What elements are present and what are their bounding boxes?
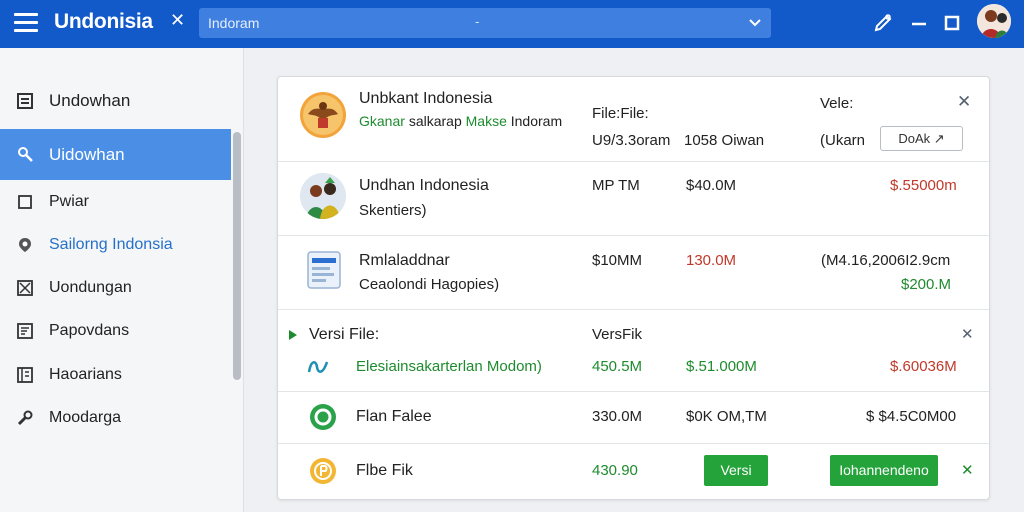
row-title: Unbkant Indonesia xyxy=(359,90,493,107)
sidebar-item-moodarga[interactable]: Moodarga xyxy=(0,396,231,438)
sidebar-item-label: Pwiar xyxy=(49,193,90,210)
version-section: Versi File: VersFik ✕ Elesiainsakarterla… xyxy=(278,310,989,392)
sidebar-scrollbar[interactable] xyxy=(233,132,241,380)
sidebar-item-label: Undowhan xyxy=(49,91,131,110)
row-col1: MP TM xyxy=(592,177,640,194)
row-col1: $10MM xyxy=(592,252,643,269)
top-bar: Undonisia ✕ Indoram - xyxy=(0,0,1024,48)
version-column-header: Vele: xyxy=(820,95,854,112)
location-pin-icon xyxy=(19,238,31,252)
row-title: Rmlaladdnar xyxy=(359,252,450,269)
link-wave-icon xyxy=(307,361,329,373)
row-col3: $.60036M xyxy=(890,358,957,375)
sidebar-item-label: Moodarga xyxy=(49,409,122,426)
do-action-button[interactable]: DoAk ↗ xyxy=(880,126,963,151)
table-row[interactable]: Flan Falee 330.0M $0K OM,TM $ $4.5C0M00 xyxy=(278,392,989,444)
file-value: U9/3.3oram xyxy=(592,132,671,149)
row-col2: $0K OM,TM xyxy=(686,408,767,425)
table-row[interactable]: Rmlaladdnar Ceaolondi Hagopies) $10MM 13… xyxy=(278,236,989,310)
row-title: Elesiainsakarterlan Modom) xyxy=(356,358,542,375)
wrench-icon xyxy=(18,147,33,162)
sidebar-item-label: Haoarians xyxy=(49,366,122,383)
sidebar: Undowhan Uidowhan Pwiar Sailorng Indonsi… xyxy=(0,48,244,512)
table-row[interactable]: Undhan Indonesia Skentiers) MP TM $40.0M… xyxy=(278,162,989,236)
notebook-icon xyxy=(17,367,33,383)
coin-icon xyxy=(310,458,336,484)
size-value: 1058 Oiwan xyxy=(684,132,765,149)
sidebar-item-label: Uondungan xyxy=(49,279,132,296)
sidebar-item-label: Uidowhan xyxy=(49,145,125,164)
versi-button[interactable]: Versi xyxy=(704,455,768,486)
row-col2: 130.0M xyxy=(686,252,737,269)
search-value: Indoram xyxy=(208,15,260,31)
user-avatar[interactable] xyxy=(977,4,1011,38)
table-row[interactable]: Unbkant Indonesia Gkanar salkarap Makse … xyxy=(278,77,989,162)
sidebar-item-undowhan[interactable]: Undowhan xyxy=(0,76,231,124)
file-column-header: File:File: xyxy=(592,105,649,122)
minimize-icon[interactable] xyxy=(908,12,930,34)
version-value: (Ukarn xyxy=(820,132,866,149)
app-title: Undonisia xyxy=(54,10,153,33)
square-icon xyxy=(18,195,32,209)
row-col1: 450.5M xyxy=(592,358,643,375)
row-col1: 430.90 xyxy=(592,462,638,479)
close-icon[interactable]: ✕ xyxy=(961,461,974,479)
people-avatar-icon xyxy=(300,173,346,219)
section-title: Versi File: xyxy=(309,326,380,343)
sidebar-item-sailorng-indonsia[interactable]: Sailorng Indonsia xyxy=(0,223,231,265)
maximize-icon[interactable] xyxy=(941,12,963,34)
close-icon[interactable]: ✕ xyxy=(957,92,971,112)
sidebar-item-label: Sailorng Indonsia xyxy=(49,236,173,253)
list-icon xyxy=(17,93,33,109)
document-icon xyxy=(17,323,33,339)
search-dash: - xyxy=(475,14,480,29)
tools-icon xyxy=(17,410,33,426)
arrow-right-icon: ↗ xyxy=(933,131,945,146)
row-col3: $ $4.5C0M00 xyxy=(866,408,957,425)
row-subtitle: Ceaolondi Hagopies) xyxy=(359,276,500,293)
sidebar-item-papovdans[interactable]: Papovdans xyxy=(0,309,231,351)
row-title: Flbe Fik xyxy=(356,462,413,479)
sidebar-item-uondungan[interactable]: Uondungan xyxy=(0,266,231,308)
search-input[interactable]: Indoram - xyxy=(199,8,771,38)
checkbox-icon xyxy=(17,280,33,296)
hamburger-menu-icon[interactable] xyxy=(14,12,38,34)
form-document-icon xyxy=(306,250,342,290)
garuda-emblem-icon xyxy=(300,92,346,138)
row-col3: (M4.16,2006I2.9cm xyxy=(821,252,951,269)
row-col2: $.51.000M xyxy=(686,358,757,375)
row-subtitle: Gkanar salkarap Makse Indoram xyxy=(359,113,563,129)
edit-icon[interactable] xyxy=(872,12,894,34)
row-title: Flan Falee xyxy=(356,408,432,425)
sidebar-item-label: Papovdans xyxy=(49,322,130,339)
johannendeno-button[interactable]: Iohannendeno xyxy=(830,455,938,486)
close-icon[interactable]: ✕ xyxy=(170,10,185,31)
green-circle-icon xyxy=(310,404,336,430)
row-col3: $.55000m xyxy=(890,177,957,194)
section-column-header: VersFik xyxy=(592,326,643,343)
sidebar-item-haoarians[interactable]: Haoarians xyxy=(0,353,231,395)
close-icon[interactable]: ✕ xyxy=(961,325,974,343)
chevron-down-icon[interactable] xyxy=(749,16,761,28)
row-col2: $40.0M xyxy=(686,177,737,194)
row-title: Undhan Indonesia xyxy=(359,177,489,194)
row-col1: 330.0M xyxy=(592,408,643,425)
row-col3b: $200.M xyxy=(901,276,952,293)
row-subtitle: Skentiers) xyxy=(359,202,427,219)
sidebar-item-pwiar[interactable]: Pwiar xyxy=(0,180,231,222)
file-list-card: Unbkant Indonesia Gkanar salkarap Makse … xyxy=(277,76,990,500)
table-row[interactable]: Flbe Fik 430.90 Versi Iohannendeno ✕ xyxy=(278,444,989,499)
expand-triangle-icon[interactable] xyxy=(288,329,298,341)
sidebar-item-uidowhan[interactable]: Uidowhan xyxy=(0,129,231,180)
